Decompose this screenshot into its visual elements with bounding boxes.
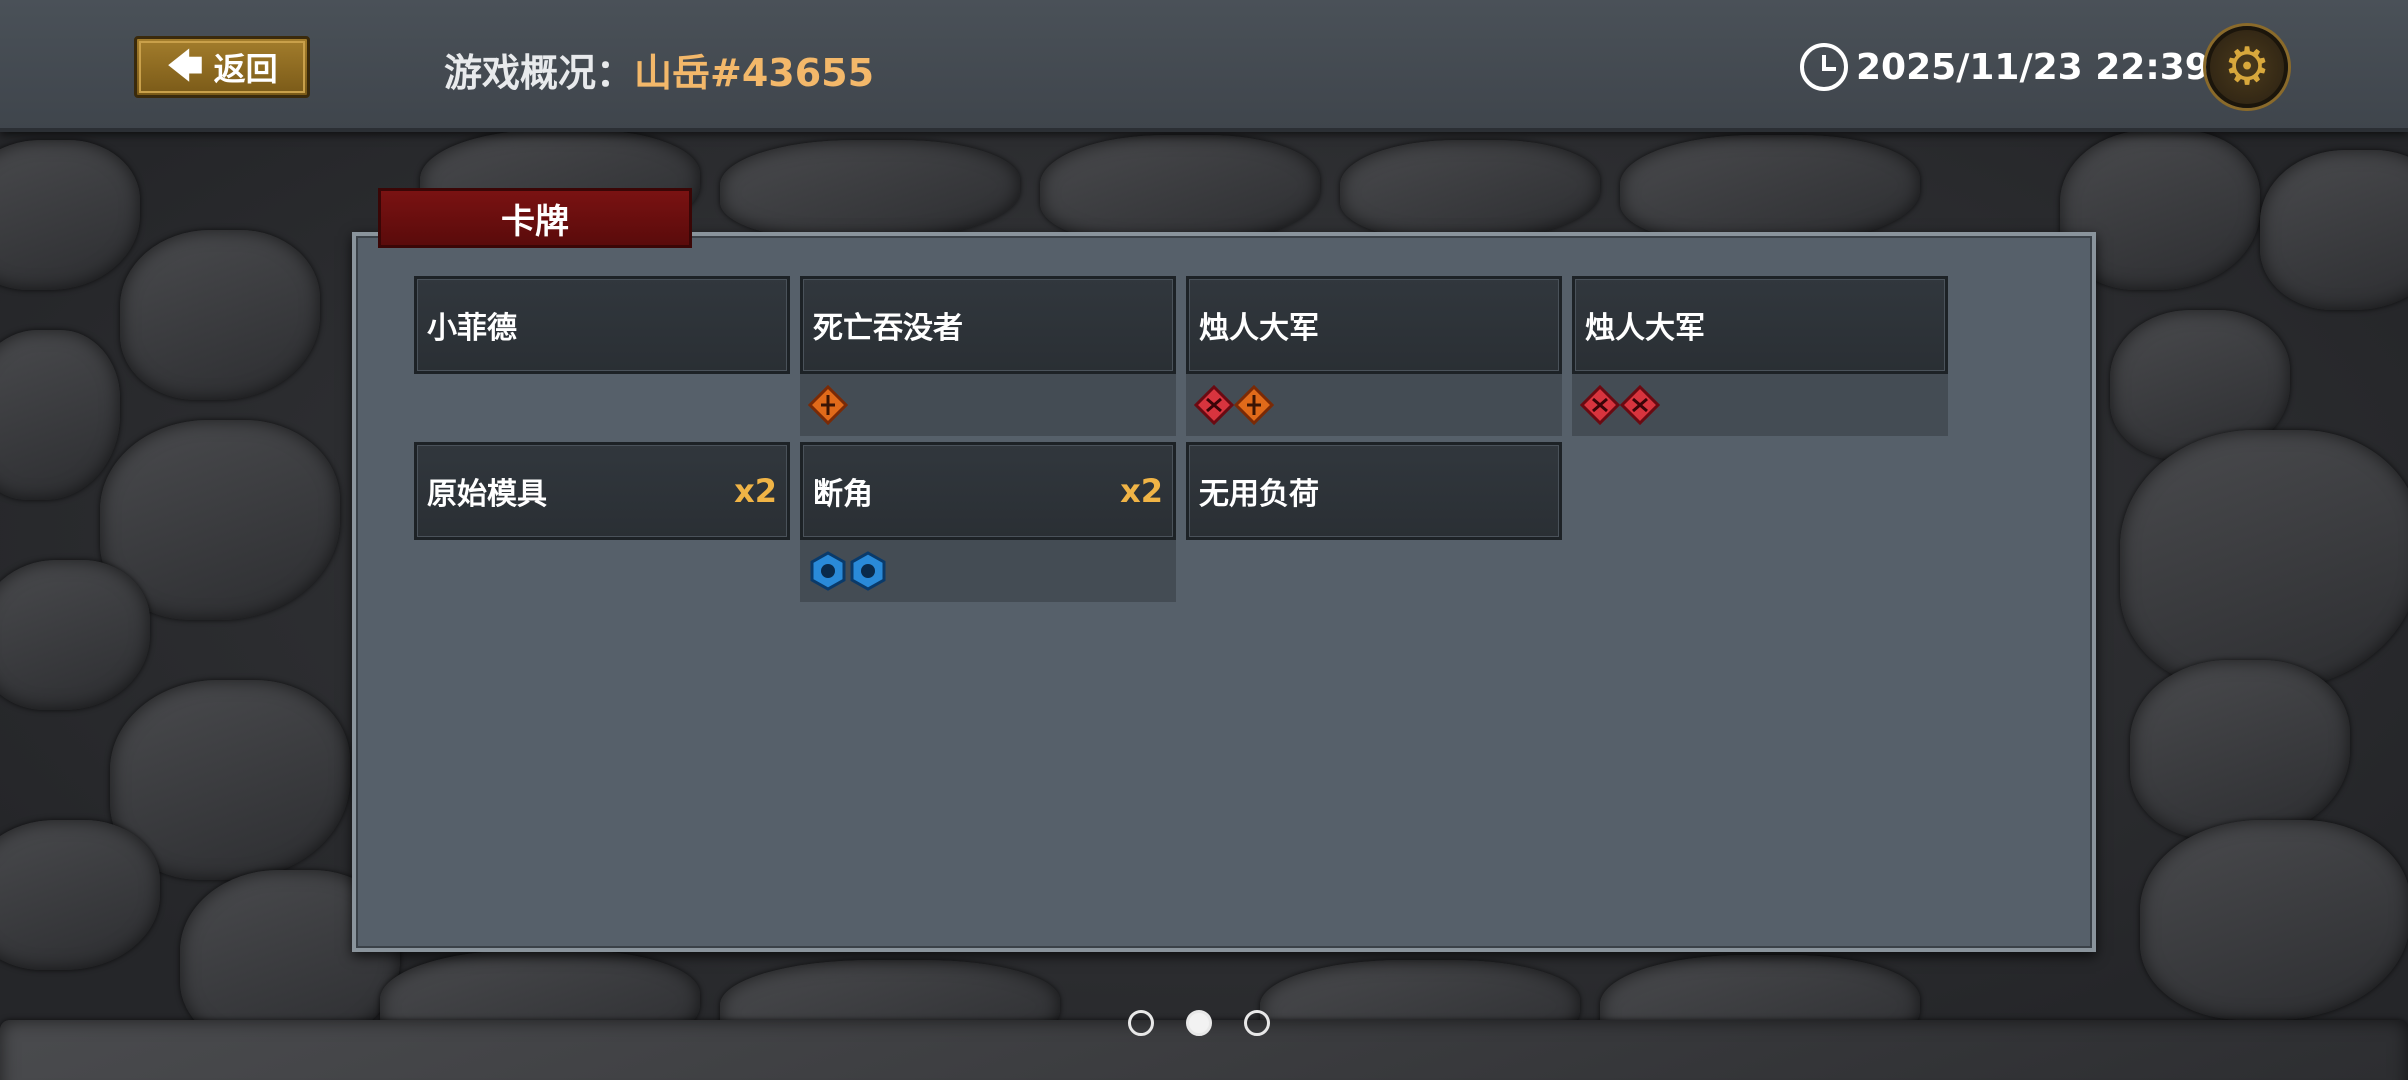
tab-cards-label: 卡牌 [501,201,569,242]
back-button[interactable]: 🡄 返回 [134,36,310,98]
blue-hexagon-icon [808,551,848,591]
card-item[interactable]: 死亡吞没者 [800,276,1176,374]
card-item[interactable]: 无用负荷 [1186,442,1562,540]
page-dot-2[interactable] [1186,1010,1212,1036]
blue-hexagon-icon [848,551,888,591]
red-diamond-icon [1193,384,1235,426]
card-name: 原始模具 [427,477,547,512]
card-name: 烛人大军 [1199,311,1319,346]
arrow-left-icon: 🡄 [166,46,204,87]
card-name: 无用负荷 [1199,477,1319,512]
top-bar: 🡄 返回 游戏概况：山岳#43655 2025/11/23 22:39 ⚙ [0,0,2408,132]
game-id: 山岳#43655 [634,51,875,95]
timestamp: 2025/11/23 22:39 [1800,42,2210,92]
card-tag-strip [800,374,1176,436]
title-prefix: 游戏概况： [444,51,635,95]
orange-diamond-icon [1233,384,1275,426]
datetime-text: 2025/11/23 22:39 [1856,46,2210,88]
card-name: 断角 [813,477,873,512]
page-title: 游戏概况：山岳#43655 [444,42,874,97]
card-item[interactable]: 断角 x2 [800,442,1176,540]
card-tag-strip [1572,374,1948,436]
card-tag-strip [800,540,1176,602]
settings-button[interactable]: ⚙ [2206,26,2288,108]
tab-cards: 卡牌 [378,188,692,248]
page-dot-3[interactable] [1244,1010,1270,1036]
page-dot-1[interactable] [1128,1010,1154,1036]
card-item[interactable]: 小菲德 [414,276,790,374]
pagination [1128,1010,1270,1036]
card-name: 小菲德 [427,311,517,346]
card-tag-strip [1186,374,1562,436]
card-item[interactable]: 烛人大军 [1186,276,1562,374]
red-diamond-icon [1619,384,1661,426]
card-name: 死亡吞没者 [813,311,963,346]
card-count: x2 [734,472,777,510]
card-item[interactable]: 烛人大军 [1572,276,1948,374]
clock-icon [1800,43,1848,91]
card-name: 烛人大军 [1585,311,1705,346]
red-diamond-icon [1579,384,1621,426]
card-count: x2 [1120,472,1163,510]
card-item[interactable]: 原始模具 x2 [414,442,790,540]
gear-icon: ⚙ [2223,37,2271,97]
orange-diamond-icon [807,384,849,426]
back-button-label: 返回 [213,50,278,88]
